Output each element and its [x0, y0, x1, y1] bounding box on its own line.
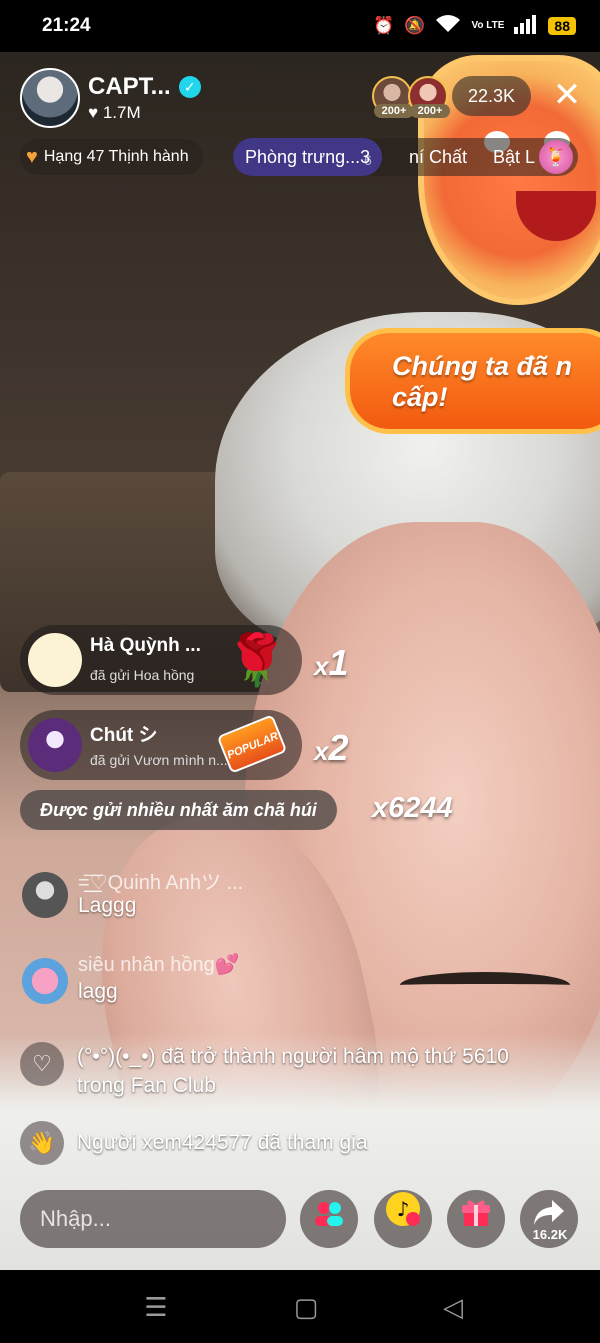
rank-pill[interactable]: ♥ Hạng 47 Thịnh hành: [20, 139, 203, 175]
back-icon[interactable]: ◁: [438, 1292, 468, 1322]
mute-icon: 🔕: [404, 16, 426, 35]
avatar[interactable]: [22, 872, 68, 918]
avatar[interactable]: [22, 958, 68, 1004]
alarm-icon: ⏰: [373, 16, 395, 35]
avatar[interactable]: [28, 718, 82, 772]
system-nav-bar: ☰ ▢ ◁: [0, 1270, 600, 1343]
most-sent-pill[interactable]: Được gửi nhiều nhất ăm chã húi: [20, 790, 337, 830]
heart-outline-icon: ♡: [20, 1042, 64, 1086]
popular-icon: POPULAR: [216, 714, 288, 774]
people-icon: [313, 1202, 345, 1234]
fan-club-message: (°•°)(•_•) đã trở thành người hâm mộ thứ…: [77, 1045, 509, 1097]
gift-sender: Hà Quỳnh ...: [90, 635, 201, 656]
chat-username[interactable]: siêu nhân hồng💕: [78, 952, 240, 977]
banner-line2: cấp!: [392, 382, 448, 412]
chat-username[interactable]: =͟͟͞♡Quinh Anhツ ...: [78, 866, 243, 895]
banner-line1: Chúng ta đã n: [392, 351, 572, 381]
streamer-profile[interactable]: CAPT... ✓ ♥ 1.7M: [20, 68, 201, 128]
chat-text: Laggg: [78, 894, 137, 917]
wave-hand-icon: 👋: [20, 1121, 64, 1165]
gift-notification[interactable]: Hà Quỳnh ... đã gửi Hoa hồng 🌹: [20, 625, 302, 695]
gift-count: x1: [314, 642, 349, 683]
recents-icon[interactable]: ☰: [141, 1292, 171, 1322]
signal-icon: [514, 14, 538, 39]
streamer-mustache: [400, 972, 570, 998]
status-time: 21:24: [42, 15, 91, 36]
join-message: Người xem424577 đã tham gia: [77, 1131, 368, 1154]
share-count: 16.2K: [532, 1227, 568, 1242]
gift-sender: Chút シ: [90, 725, 158, 746]
close-icon[interactable]: ✕: [552, 78, 582, 112]
heart-rank-icon: ♥: [26, 145, 38, 168]
viewer-badge: 200+: [374, 104, 414, 118]
viewer-count[interactable]: 22.3K: [452, 76, 532, 116]
streamer-name: CAPT...: [88, 73, 171, 100]
room-sub-count: 6: [364, 152, 372, 168]
comment-input[interactable]: Nhập...: [20, 1190, 286, 1248]
viewer-avatar[interactable]: 200+: [408, 76, 450, 118]
gift-icon: [459, 1200, 493, 1234]
viewer-avatar[interactable]: 200+: [372, 76, 414, 118]
streamer-info: CAPT... ✓ ♥ 1.7M: [88, 73, 201, 123]
likes-count: 1.7M: [102, 103, 141, 122]
chat-text: lagg: [78, 980, 118, 1003]
room-label: Phòng trưng...: [245, 147, 361, 167]
tiktok-discount-icon: ♪: [384, 1192, 422, 1234]
gift-button[interactable]: [447, 1190, 505, 1248]
avatar[interactable]: [28, 633, 82, 687]
gift-desc: đã gửi Hoa hồng: [90, 667, 195, 683]
status-bar: 21:24 ⏰ 🔕 Vo LTE 88: [0, 0, 600, 52]
top-viewers[interactable]: 200+ 200+ 22.3K: [372, 76, 532, 118]
rose-icon: 🌹: [225, 632, 289, 688]
avatar[interactable]: [20, 68, 80, 128]
tiktok-discount-button[interactable]: ♪: [374, 1190, 432, 1248]
gift-notification[interactable]: Chút シ đã gửi Vươn mình n... POPULAR: [20, 710, 302, 780]
verified-icon: ✓: [178, 76, 201, 98]
feature-pill[interactable]: ní Chất Bật L Phòng trưng...3 🍹: [233, 138, 578, 176]
wifi-icon: [435, 14, 461, 39]
streamer-name-row: CAPT... ✓: [88, 73, 201, 101]
battery-indicator: 88: [548, 17, 576, 35]
heart-icon: ♥: [88, 103, 99, 122]
friends-button[interactable]: [300, 1190, 358, 1248]
rank-label: Hạng 47 Thịnh hành: [43, 148, 189, 165]
gift-count: x2: [314, 727, 349, 768]
feature-chat[interactable]: ní Chất: [409, 138, 467, 176]
volte-label: Vo LTE: [471, 20, 505, 31]
level-up-banner: Chúng ta đã n cấp!: [345, 328, 600, 434]
viewer-badge: 200+: [410, 104, 450, 118]
streamer-likes: ♥ 1.7M: [88, 103, 201, 123]
most-sent-count: x6244: [372, 792, 453, 824]
feature-bat[interactable]: Bật L: [493, 138, 535, 176]
drink-badge-icon[interactable]: 🍹: [539, 140, 573, 174]
home-icon[interactable]: ▢: [291, 1292, 321, 1322]
feature-room[interactable]: Phòng trưng...3: [233, 138, 383, 176]
gift-desc: đã gửi Vươn mình n...: [90, 752, 228, 768]
status-icons: ⏰ 🔕 Vo LTE 88: [373, 14, 576, 39]
sticker-mouth: [516, 191, 596, 241]
